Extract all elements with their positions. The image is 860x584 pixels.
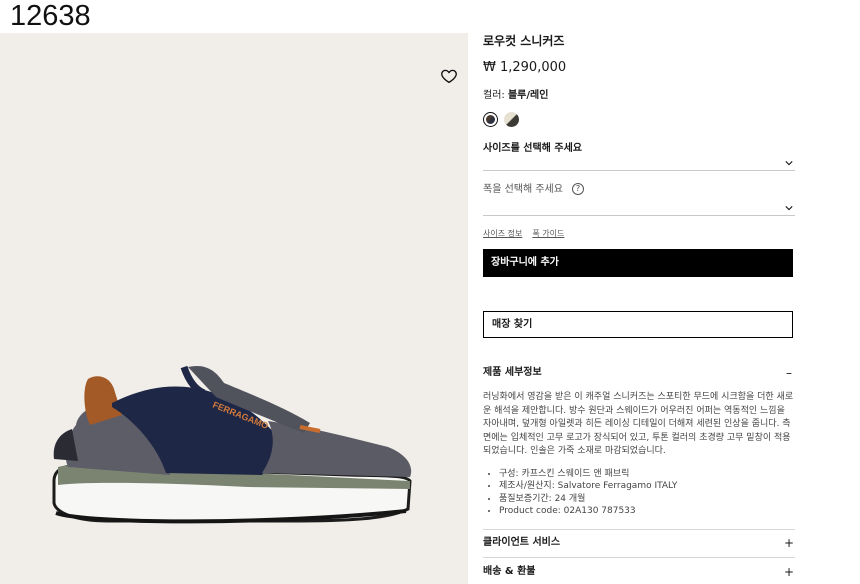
product-shoe-image: FERRAGAMO — [52, 365, 412, 524]
collapse-icon[interactable]: – — [783, 363, 795, 383]
spec-item: Product code: 02A130 787533 — [499, 505, 795, 518]
client-service-title: 클라이언트 서비스 — [483, 536, 561, 548]
color-swatch-selected[interactable] — [483, 112, 498, 127]
width-guide-link[interactable]: 폭 가이드 — [532, 228, 564, 240]
expand-icon[interactable]: + — [783, 533, 795, 553]
chevron-down-icon — [785, 206, 793, 211]
add-to-cart-button[interactable]: 장바구니에 추가 — [483, 249, 793, 277]
color-value: 블루/레인 — [507, 90, 549, 101]
chevron-down-icon — [785, 161, 793, 166]
color-swatch-alternate[interactable] — [504, 112, 519, 127]
shipping-header[interactable]: 배송 & 환불 + — [483, 562, 795, 582]
spec-item: 제조사/원산지: Salvatore Ferragamo ITALY — [499, 480, 795, 493]
page-id-label: 12638 — [10, 0, 91, 32]
color-label: 컬러: — [483, 90, 505, 101]
client-service-header[interactable]: 클라이언트 서비스 + — [483, 533, 795, 553]
product-details-panel: 로우컷 스니커즈 ₩ 1,290,000 컬러: 블루/레인 사이즈를 선택해 … — [483, 30, 795, 582]
spec-item: 구성: 카프스킨 스웨이드 앤 패브릭 — [499, 468, 795, 481]
size-select[interactable]: 사이즈를 선택해 주세요 — [483, 141, 795, 171]
wishlist-button[interactable] — [440, 67, 460, 87]
width-select-label: 폭을 선택해 주세요? — [483, 182, 795, 197]
product-spec-list: 구성: 카프스킨 스웨이드 앤 패브릭 제조사/원산지: Salvatore F… — [483, 468, 795, 518]
divider — [483, 556, 795, 558]
product-image-panel: FERRAGAMO — [0, 33, 468, 584]
color-info: 컬러: 블루/레인 — [483, 89, 795, 103]
help-icon[interactable]: ? — [571, 183, 584, 195]
find-store-button[interactable]: 매장 찾기 — [483, 311, 793, 338]
size-select-label: 사이즈를 선택해 주세요 — [483, 143, 582, 154]
size-info-link[interactable]: 사이즈 정보 — [483, 228, 522, 240]
heart-icon — [441, 69, 457, 84]
expand-icon[interactable]: + — [783, 562, 795, 582]
product-info-header[interactable]: 제품 세부정보 – — [483, 363, 795, 383]
product-info-title: 제품 세부정보 — [483, 367, 542, 378]
product-price: ₩ 1,290,000 — [483, 60, 567, 75]
product-description: 러닝화에서 영감을 받은 이 캐주얼 스니커즈는 스포티한 무드에 시크함을 더… — [483, 392, 794, 456]
divider — [483, 528, 795, 530]
color-swatches — [483, 112, 795, 128]
spec-item: 품질보증기간: 24 개월 — [499, 493, 795, 506]
width-select[interactable]: 폭을 선택해 주세요? — [483, 182, 795, 216]
size-links: 사이즈 정보 폭 가이드 — [483, 228, 795, 240]
product-title: 로우컷 스니커즈 — [483, 34, 565, 48]
shipping-title: 배송 & 환불 — [483, 565, 536, 577]
